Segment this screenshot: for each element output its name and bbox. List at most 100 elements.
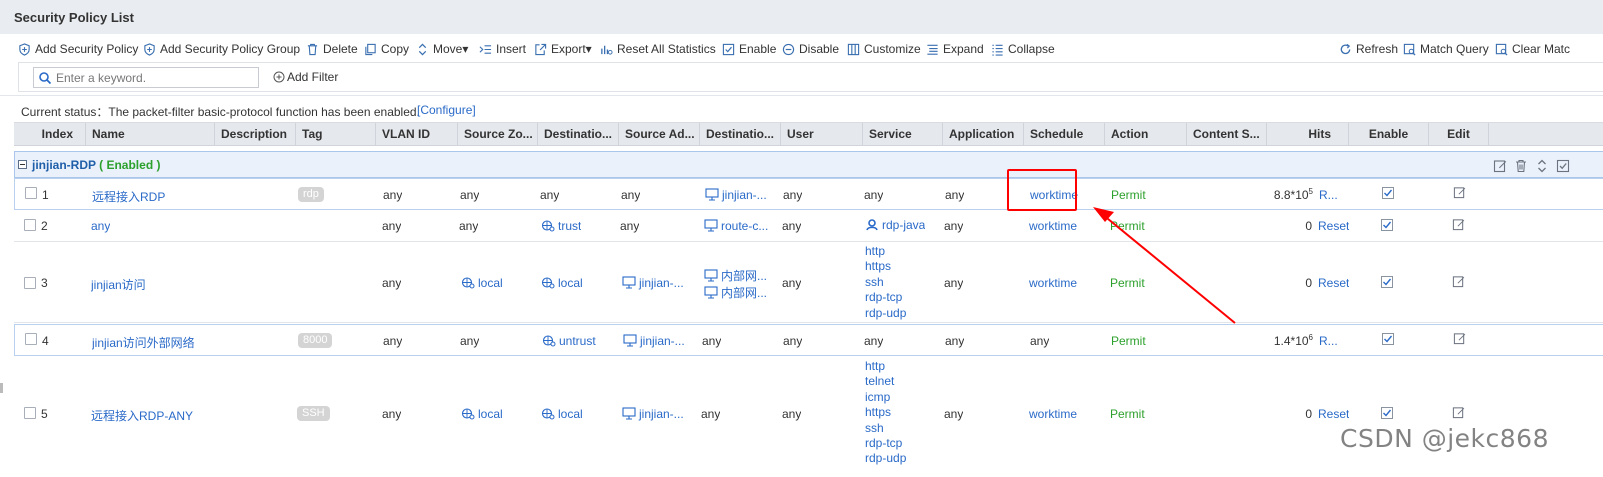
move-dropdown[interactable]: Move▾ bbox=[416, 41, 468, 57]
col-tag[interactable]: Tag bbox=[296, 123, 376, 145]
col-user[interactable]: User bbox=[781, 123, 863, 145]
enabled-checkbox[interactable] bbox=[1381, 219, 1393, 231]
enable-button[interactable]: Enable bbox=[722, 41, 776, 57]
collapse-button[interactable]: Collapse bbox=[991, 41, 1055, 57]
copy-button[interactable]: Copy bbox=[364, 41, 409, 57]
col-schedule[interactable]: Schedule bbox=[1024, 123, 1105, 145]
row-destination-address[interactable]: 内部网... bbox=[704, 267, 780, 284]
reset-link[interactable]: Reset bbox=[1318, 407, 1349, 421]
service-item[interactable]: rdp-udp bbox=[865, 451, 906, 466]
col-application[interactable]: Application bbox=[943, 123, 1024, 145]
table-row[interactable]: 3 jinjian访问 any local local jinjian-... … bbox=[14, 243, 1603, 323]
search-box[interactable] bbox=[33, 67, 259, 88]
service-item[interactable]: rdp-tcp bbox=[865, 290, 906, 305]
check-box-icon[interactable] bbox=[1556, 159, 1570, 173]
collapse-toggle-icon[interactable] bbox=[18, 160, 27, 169]
service-item[interactable]: ssh bbox=[865, 275, 906, 290]
disable-button[interactable]: Disable bbox=[782, 41, 839, 57]
row-name[interactable]: any bbox=[91, 219, 110, 233]
edit-icon[interactable] bbox=[1453, 332, 1466, 345]
reset-link[interactable]: Reset bbox=[1318, 219, 1349, 233]
row-service[interactable]: rdp-java bbox=[865, 218, 925, 232]
trash-icon[interactable] bbox=[1514, 159, 1528, 173]
delete-button[interactable]: Delete bbox=[306, 41, 358, 57]
insert-button[interactable]: Insert bbox=[479, 41, 526, 57]
search-input[interactable] bbox=[56, 69, 256, 86]
enabled-checkbox[interactable] bbox=[1381, 407, 1393, 419]
row-destination-zone[interactable]: local bbox=[541, 276, 583, 290]
edit-icon[interactable] bbox=[1453, 186, 1466, 199]
col-destination-address[interactable]: Destinatio... bbox=[700, 123, 781, 145]
col-hits[interactable]: Hits bbox=[1267, 123, 1349, 145]
add-filter-button[interactable]: Add Filter bbox=[273, 70, 338, 84]
row-destination-address[interactable]: 内部网... bbox=[704, 284, 780, 301]
enabled-checkbox[interactable] bbox=[1382, 333, 1394, 345]
service-item[interactable]: ssh bbox=[865, 421, 906, 436]
row-destination-zone[interactable]: untrust bbox=[542, 334, 596, 348]
row-name[interactable]: 远程接入RDP-ANY bbox=[91, 407, 213, 424]
edit-icon[interactable] bbox=[1452, 218, 1465, 231]
configure-link[interactable]: [Configure] bbox=[417, 103, 476, 117]
enabled-checkbox[interactable] bbox=[1381, 276, 1393, 288]
row-checkbox[interactable] bbox=[24, 219, 36, 231]
col-enable[interactable]: Enable bbox=[1349, 123, 1429, 145]
service-item[interactable]: telnet bbox=[865, 374, 906, 389]
row-destination-zone[interactable]: local bbox=[541, 407, 583, 421]
col-source-address[interactable]: Source Ad... bbox=[619, 123, 700, 145]
match-query-button[interactable]: Match Query bbox=[1403, 41, 1489, 57]
service-item[interactable]: rdp-tcp bbox=[865, 436, 906, 451]
row-name[interactable]: jinjian访问 bbox=[91, 276, 146, 293]
service-item[interactable]: rdp-udp bbox=[865, 306, 906, 321]
col-description[interactable]: Description bbox=[215, 123, 296, 145]
service-item[interactable]: https bbox=[865, 259, 906, 274]
col-index[interactable]: Index bbox=[14, 123, 86, 145]
col-action[interactable]: Action bbox=[1105, 123, 1187, 145]
row-source-zone[interactable]: local bbox=[461, 276, 503, 290]
reset-link[interactable]: R... bbox=[1319, 334, 1338, 348]
col-source-zone[interactable]: Source Zo... bbox=[458, 123, 538, 145]
reset-all-statistics-button[interactable]: Reset All Statistics bbox=[600, 41, 716, 57]
col-destination-zone[interactable]: Destinatio... bbox=[538, 123, 619, 145]
table-row[interactable]: 2 any any any trust any route-c... any r… bbox=[14, 211, 1603, 242]
row-name[interactable]: 远程接入RDP bbox=[92, 188, 212, 205]
col-content-security[interactable]: Content S... bbox=[1187, 123, 1267, 145]
row-destination-zone[interactable]: trust bbox=[541, 219, 581, 233]
service-item[interactable]: https bbox=[865, 405, 906, 420]
service-item[interactable]: icmp bbox=[865, 390, 906, 405]
service-item[interactable]: http bbox=[865, 359, 906, 374]
reset-link[interactable]: Reset bbox=[1318, 276, 1349, 290]
row-checkbox[interactable] bbox=[24, 407, 36, 419]
row-source-address[interactable]: jinjian-... bbox=[622, 407, 698, 421]
row-source-address[interactable]: jinjian-... bbox=[623, 334, 699, 348]
edit-icon[interactable] bbox=[1493, 159, 1507, 173]
refresh-button[interactable]: Refresh bbox=[1339, 41, 1398, 57]
row-name[interactable]: jinjian访问外部网络 bbox=[92, 334, 214, 351]
row-checkbox[interactable] bbox=[24, 277, 36, 289]
row-checkbox[interactable] bbox=[25, 333, 37, 345]
table-row[interactable]: 5 远程接入RDP-ANY SSH any local local jinjia… bbox=[14, 357, 1603, 477]
row-source-zone[interactable]: local bbox=[461, 407, 503, 421]
add-security-policy-group-button[interactable]: Add Security Policy Group bbox=[143, 41, 300, 57]
col-vlan-id[interactable]: VLAN ID bbox=[376, 123, 458, 145]
col-name[interactable]: Name bbox=[86, 123, 215, 145]
row-schedule[interactable]: worktime bbox=[1030, 188, 1078, 202]
edit-icon[interactable] bbox=[1452, 275, 1465, 288]
customize-button[interactable]: Customize bbox=[847, 41, 921, 57]
row-destination-address[interactable]: route-c... bbox=[704, 219, 780, 233]
policy-group-row[interactable]: jinjian-RDP ( Enabled ) bbox=[14, 151, 1603, 178]
col-edit[interactable]: Edit bbox=[1429, 123, 1489, 145]
add-security-policy-button[interactable]: Add Security Policy bbox=[18, 41, 138, 57]
reset-link[interactable]: R... bbox=[1319, 188, 1338, 202]
table-row[interactable]: 1 远程接入RDP rdp any any any any jinjian-..… bbox=[14, 178, 1603, 210]
row-checkbox[interactable] bbox=[25, 187, 37, 199]
row-schedule[interactable]: worktime bbox=[1029, 276, 1077, 290]
row-schedule[interactable]: worktime bbox=[1029, 407, 1077, 421]
row-schedule[interactable]: worktime bbox=[1029, 219, 1077, 233]
expand-button[interactable]: Expand bbox=[926, 41, 984, 57]
enabled-checkbox[interactable] bbox=[1382, 187, 1394, 199]
edit-icon[interactable] bbox=[1452, 406, 1465, 419]
col-service[interactable]: Service bbox=[863, 123, 943, 145]
service-item[interactable]: http bbox=[865, 244, 906, 259]
table-row[interactable]: 4 jinjian访问外部网络 8000 any any untrust jin… bbox=[14, 324, 1603, 356]
move-icon[interactable] bbox=[1535, 159, 1549, 173]
